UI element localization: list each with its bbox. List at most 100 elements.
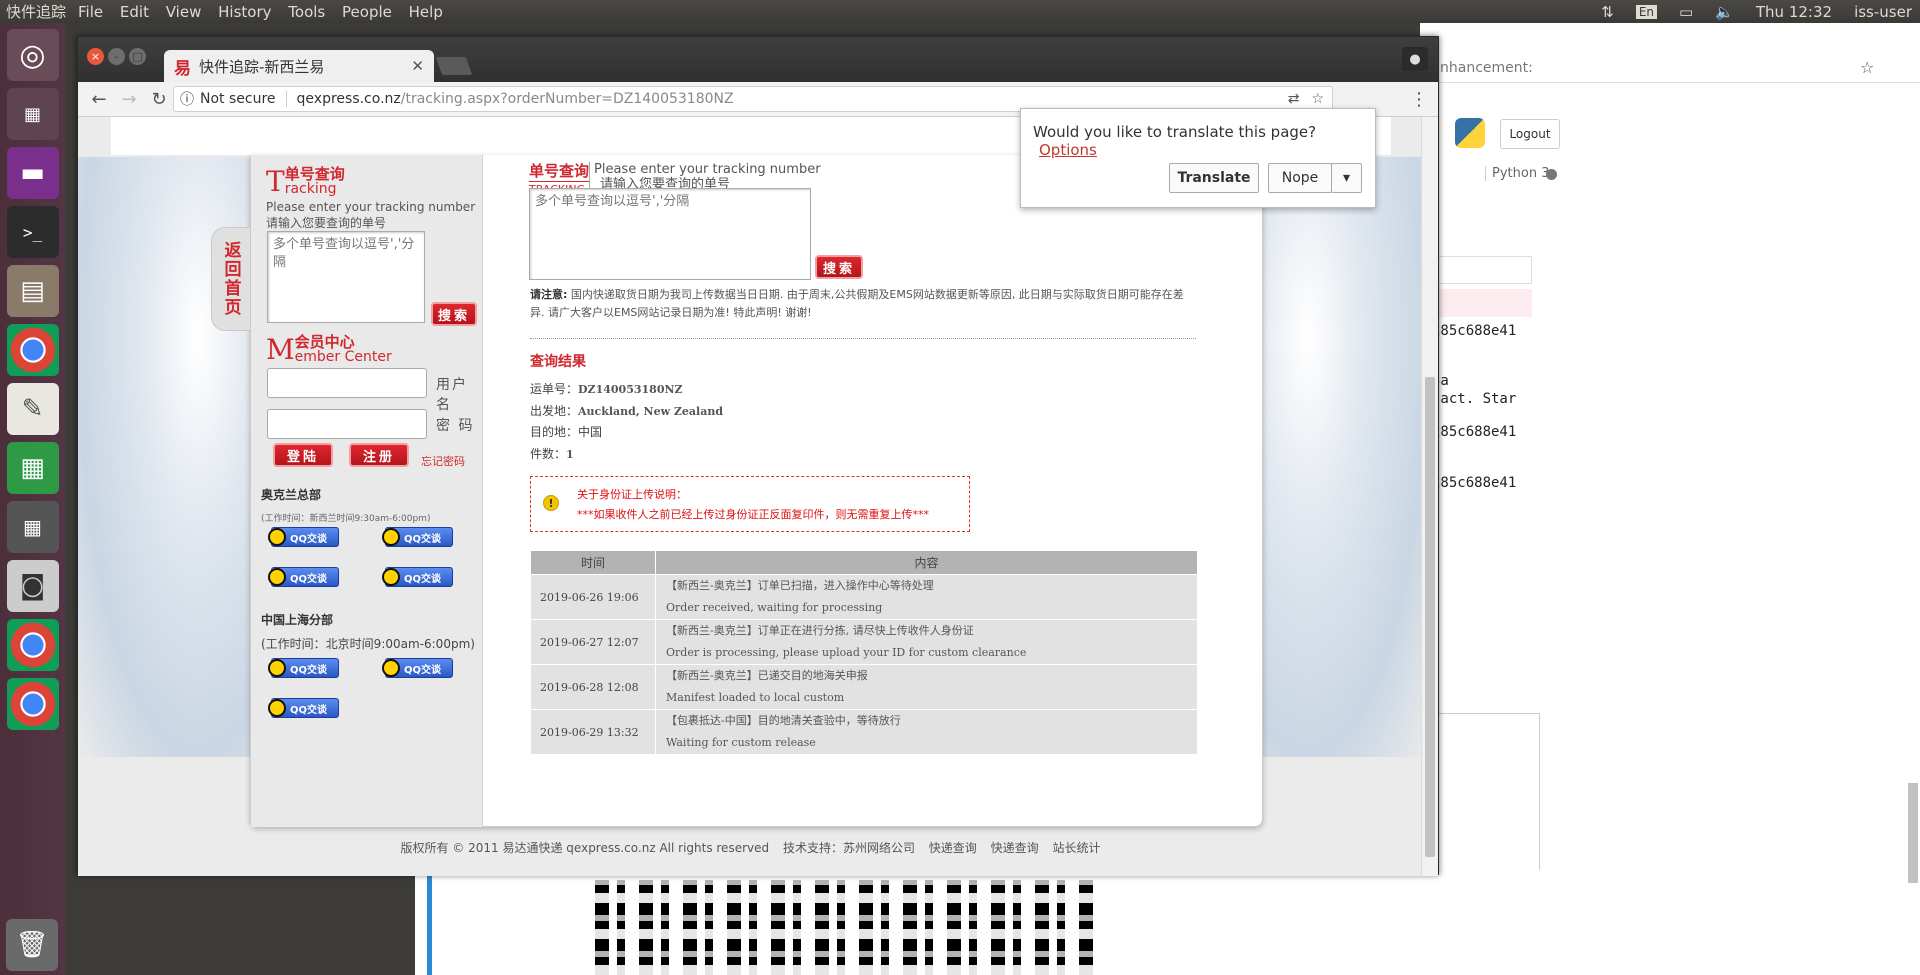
copyright-text: 版权所有 © 2011 易达通快递 qexpress.co.nz All rig… [400,841,770,855]
member-heading: M 会员中心 ember Center [266,335,392,365]
qq-chat-button[interactable]: QQ交谈 [268,698,339,718]
camera-icon[interactable]: ◙ [6,560,59,612]
qq-penguin-icon [382,568,400,586]
dash-home-icon[interactable]: ◎ [6,29,59,81]
tech-support-link[interactable]: 技术支持：苏州网络公司 [783,841,915,855]
text-editor-icon[interactable]: ✎ [6,383,59,435]
tab-close-icon[interactable]: ✕ [411,57,424,75]
background-scrollbar[interactable] [1908,783,1918,883]
translate-button[interactable]: Translate [1169,163,1259,193]
result-title: 查询结果 [530,354,586,370]
scrollbar-thumb[interactable] [1425,377,1435,857]
content-hint-en: Please enter your tracking number [594,162,821,177]
profile-icon[interactable]: ● [1402,47,1428,71]
security-label[interactable]: Not secure [200,91,287,107]
menu-view[interactable]: View [160,3,208,21]
menu-edit[interactable]: Edit [114,3,155,21]
browser-tab[interactable]: 易 快件追踪-新西兰易 ✕ [164,50,434,82]
username-input[interactable] [267,368,427,398]
chevron-down-icon: ▾ [1342,170,1351,186]
menu-people[interactable]: People [336,3,398,21]
output-line: tact. Star [1432,391,1517,407]
footer-link-stats[interactable]: 站长统计 [1052,841,1100,855]
menu-file[interactable]: File [72,3,109,21]
waybill-label: 运单号： [530,382,579,396]
terminal-icon[interactable]: >_ [6,206,59,258]
menu-history[interactable]: History [212,3,277,21]
waybill-number: DZ140053180NZ [578,383,683,396]
clock[interactable]: Thu 12:32 [1756,3,1832,21]
menu-help[interactable]: Help [403,3,449,21]
content-heading-cn: 单号查询 [529,162,590,180]
menu-tools[interactable]: Tools [282,3,331,21]
output-line: 285c688e41 [1432,323,1517,339]
sidebar-search-button[interactable]: 搜索 [431,302,477,326]
qq-chat-button[interactable]: QQ交谈 [268,658,339,678]
translate-options-link[interactable]: Options [1039,141,1097,159]
login-button[interactable]: 登陆 [273,443,333,467]
qq-chat-button[interactable]: QQ交谈 [268,527,339,547]
qq-penguin-icon [382,659,400,677]
calculator-icon[interactable]: ▦ [6,501,59,553]
row-detail-cn: 【包裹抵达-中国】目的地清关查验中，等待放行 [666,714,901,727]
window-close-button[interactable]: × [87,48,104,65]
qr-panel-border [427,870,432,975]
member-heading-text: 会员中心 ember Center [295,335,392,365]
row-detail: 【包裹抵达-中国】目的地清关查验中，等待放行 Waiting for custom… [655,709,1198,755]
window-minimize-button[interactable]: – [108,48,125,65]
workspace-switcher-icon[interactable]: ▦ [6,88,59,140]
nope-button[interactable]: Nope [1268,163,1332,193]
qq-chat-button[interactable]: QQ交谈 [382,527,453,547]
bookmark-star-icon[interactable]: ☆ [1311,91,1324,107]
main-panel: T 单号查询 racking Please enter your trackin… [250,155,1263,827]
chrome-icon[interactable] [6,324,59,376]
qq-chat-button[interactable]: QQ交谈 [382,567,453,587]
sidebar-tracking-input[interactable]: 多个单号查询以逗号','分隔 [267,231,425,323]
purple-app-icon[interactable]: ▬ [6,147,59,199]
chrome-icon-3[interactable] [6,678,59,730]
qr-code-overlay [595,880,1095,975]
row-detail: 【新西兰-奥克兰】订单已扫描，进入操作中心等待处理 Order received,… [655,574,1198,620]
row-time: 2019-06-28 12:08 [530,664,656,710]
page-scrollbar[interactable] [1421,117,1438,876]
page-viewport: T 单号查询 racking Please enter your trackin… [78,117,1423,876]
forgot-password-link[interactable]: 忘记密码 [421,453,465,469]
footer-link-express-query[interactable]: 快递查询 [929,841,977,855]
qq-chat-button[interactable]: QQ交谈 [268,567,339,587]
search-button[interactable]: 搜索 [815,255,863,279]
user-menu[interactable]: iss-user [1854,3,1912,21]
back-home-tab[interactable]: 返回首页 [211,227,251,331]
forward-icon[interactable]: → [114,89,144,110]
notice-label: 请注意: [530,288,568,301]
reload-icon[interactable]: ↻ [144,89,174,110]
battery-icon[interactable]: ▭ [1679,3,1693,21]
qq-chat-button[interactable]: QQ交谈 [382,658,453,678]
qq-penguin-icon [268,699,286,717]
qq-chat-label: QQ交谈 [404,573,442,585]
translate-icon[interactable]: ⇄ [1288,91,1300,107]
window-maximize-button[interactable]: □ [129,48,146,65]
bookmark-star-icon[interactable]: ☆ [1860,58,1874,77]
new-tab-button[interactable] [435,57,473,75]
tracking-number-input[interactable]: 多个单号查询以逗号','分隔 [529,188,811,280]
qq-chat-label: QQ交谈 [290,704,328,716]
qq-chat-label: QQ交谈 [404,664,442,676]
qq-chat-label: QQ交谈 [290,533,328,545]
file-manager-icon[interactable]: ▤ [6,265,59,317]
keyboard-layout-indicator[interactable]: En [1635,4,1658,19]
password-input[interactable] [267,409,427,439]
browser-menu-icon[interactable]: ⋮ [1410,89,1428,110]
chrome-icon-2[interactable] [6,619,59,671]
spreadsheet-icon[interactable]: ▦ [6,442,59,494]
register-button[interactable]: 注册 [349,443,409,467]
tracking-content: 单号查询 TRACKING Please enter your tracking… [483,155,1263,827]
trash-icon[interactable]: 🗑 [6,919,58,971]
info-icon[interactable]: ⓘ [180,89,194,109]
footer-link-express-query-2[interactable]: 快递查询 [991,841,1039,855]
volume-icon[interactable]: 🔈 [1715,3,1734,21]
back-icon[interactable]: ← [84,89,114,110]
logout-button[interactable]: Logout [1500,119,1560,149]
sidebar: T 单号查询 racking Please enter your trackin… [251,155,483,827]
network-sync-icon[interactable]: ⇅ [1601,3,1614,21]
translate-dropdown-button[interactable]: ▾ [1331,163,1362,193]
